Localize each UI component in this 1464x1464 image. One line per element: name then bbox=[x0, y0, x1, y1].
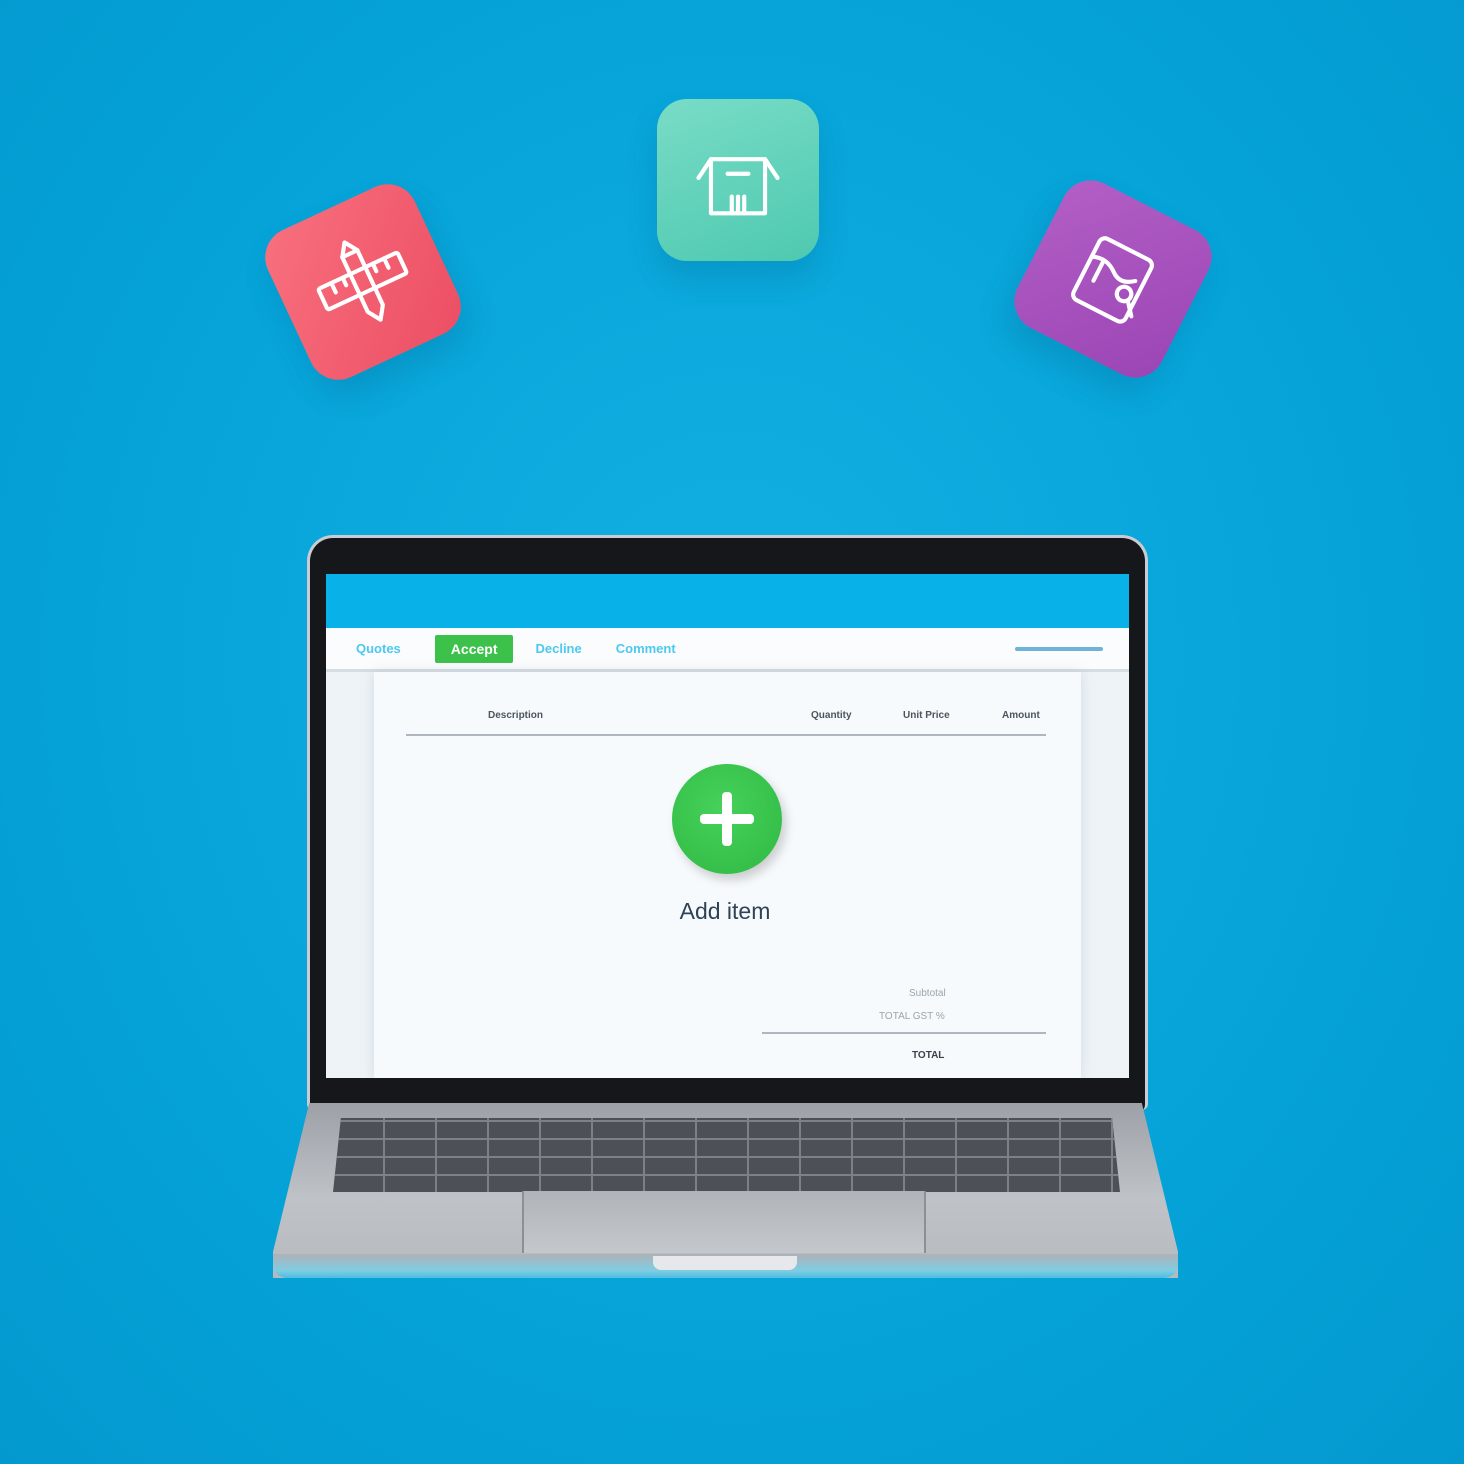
add-item-label[interactable]: Add item bbox=[374, 898, 1076, 925]
gst-label: TOTAL GST % bbox=[879, 1011, 945, 1022]
column-amount: Amount bbox=[1002, 710, 1040, 721]
subtotal-label: Subtotal bbox=[909, 988, 946, 999]
total-label: TOTAL bbox=[912, 1050, 945, 1061]
app-header-bar bbox=[326, 574, 1129, 628]
quote-toolbar: Quotes Accept Decline Comment bbox=[326, 628, 1129, 672]
design-tools-icon bbox=[316, 240, 409, 322]
column-unit-price: Unit Price bbox=[903, 710, 950, 721]
column-description: Description bbox=[488, 710, 544, 721]
decline-button[interactable]: Decline bbox=[535, 641, 581, 656]
column-quantity: Quantity bbox=[811, 710, 852, 721]
laptop-lid: Quotes Accept Decline Comment Descriptio… bbox=[307, 535, 1148, 1110]
lid-notch bbox=[653, 1256, 797, 1270]
laptop-base bbox=[273, 1103, 1178, 1278]
accept-button[interactable]: Accept bbox=[434, 634, 514, 663]
open-box-app-tile bbox=[657, 99, 819, 261]
line-items-sheet: Description Quantity Unit Price Amount A… bbox=[374, 672, 1081, 1078]
toolbar-progress-line bbox=[1015, 647, 1103, 651]
plus-icon bbox=[700, 792, 754, 846]
paint-bucket-icon bbox=[1071, 236, 1154, 324]
design-tools-app-tile bbox=[255, 174, 471, 390]
summary-divider bbox=[762, 1032, 1046, 1034]
invoice-screen: Quotes Accept Decline Comment Descriptio… bbox=[326, 574, 1129, 1078]
paint-bucket-app-tile bbox=[1004, 170, 1222, 388]
tab-quotes[interactable]: Quotes bbox=[356, 641, 401, 656]
header-divider bbox=[406, 734, 1046, 736]
comment-button[interactable]: Comment bbox=[616, 641, 676, 656]
trackpad bbox=[522, 1191, 926, 1253]
open-box-icon bbox=[696, 157, 780, 216]
add-item-button[interactable] bbox=[672, 764, 782, 874]
keyboard bbox=[333, 1118, 1120, 1192]
